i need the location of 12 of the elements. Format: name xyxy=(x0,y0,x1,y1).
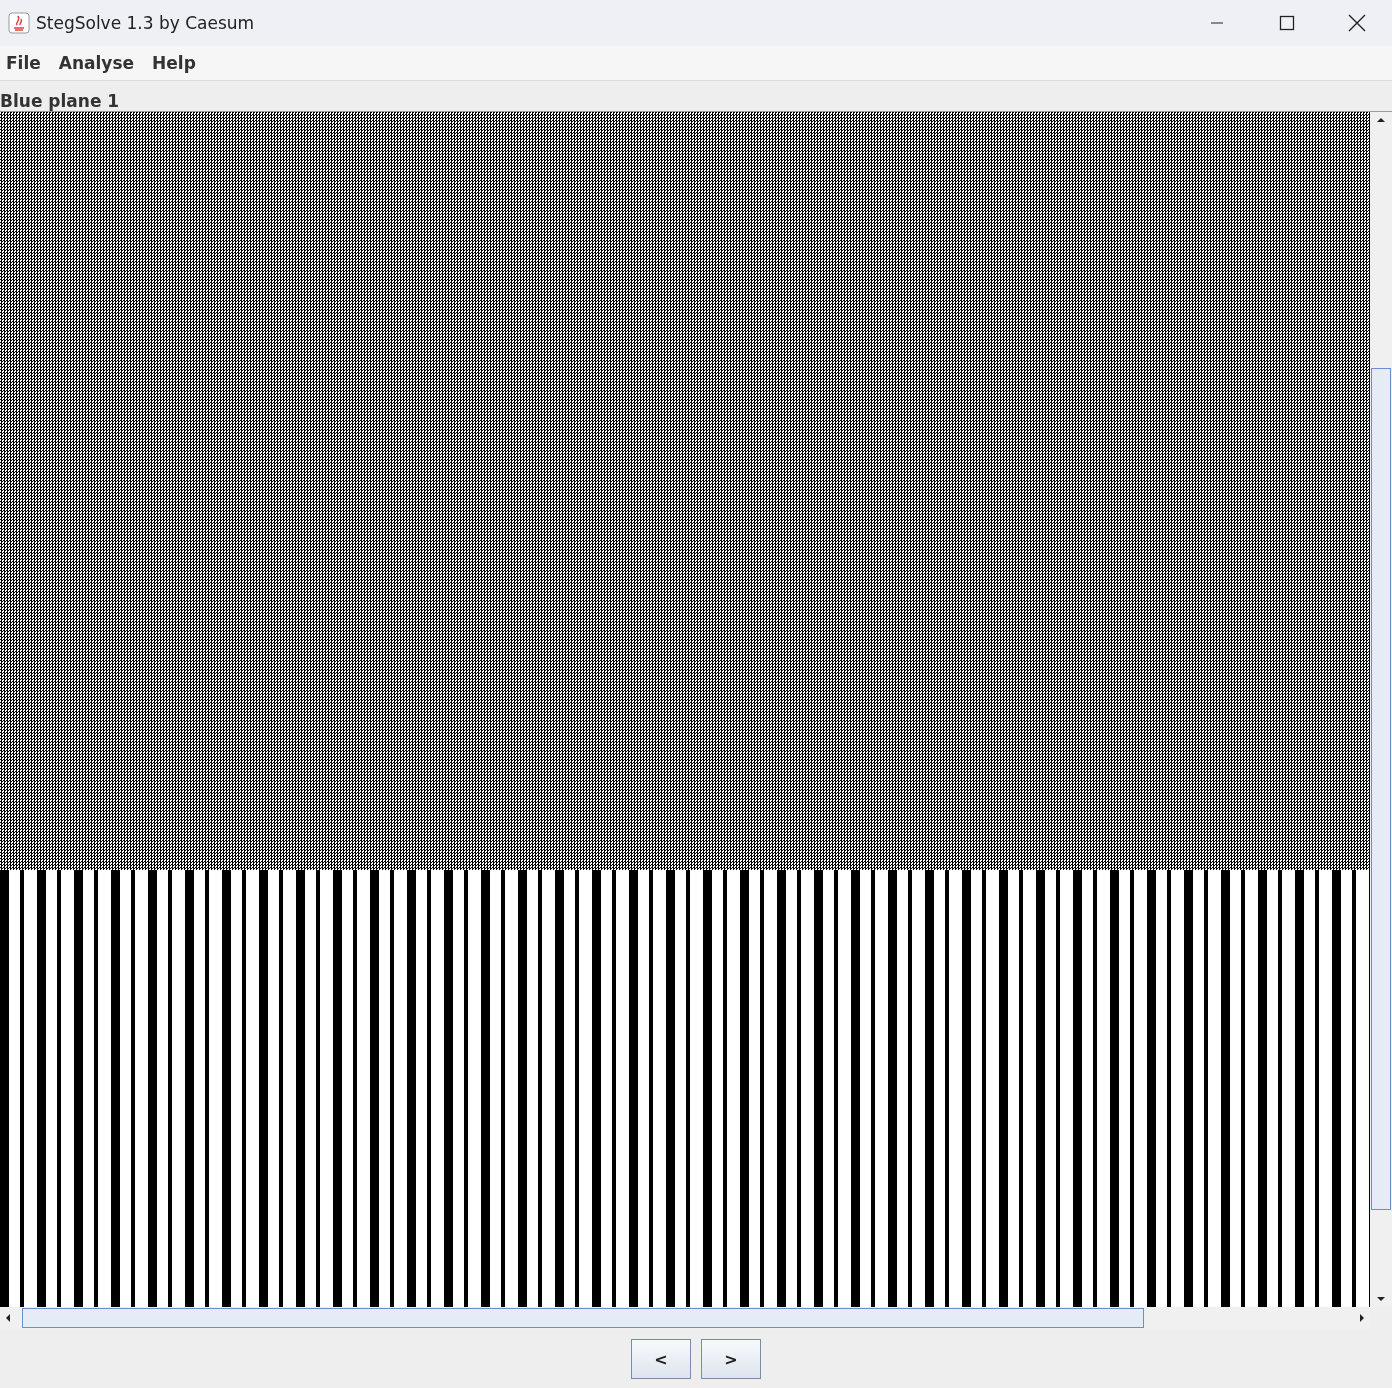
menu-item[interactable]: Help xyxy=(152,53,196,73)
window-title: StegSolve 1.3 by Caesum xyxy=(36,13,256,33)
close-icon[interactable] xyxy=(1348,14,1366,32)
nav-button[interactable]: > xyxy=(701,1339,761,1379)
menu-item[interactable]: Analyse xyxy=(58,53,135,73)
scroll-thumb[interactable] xyxy=(22,1308,1144,1328)
scroll-thumb[interactable] xyxy=(1371,368,1391,1210)
plane-label: Blue plane 1 xyxy=(0,90,121,111)
menu-item[interactable]: File xyxy=(6,53,41,73)
maximize-icon[interactable] xyxy=(1279,15,1295,31)
app-icon xyxy=(8,12,30,34)
nav-button[interactable]: < xyxy=(631,1339,691,1379)
